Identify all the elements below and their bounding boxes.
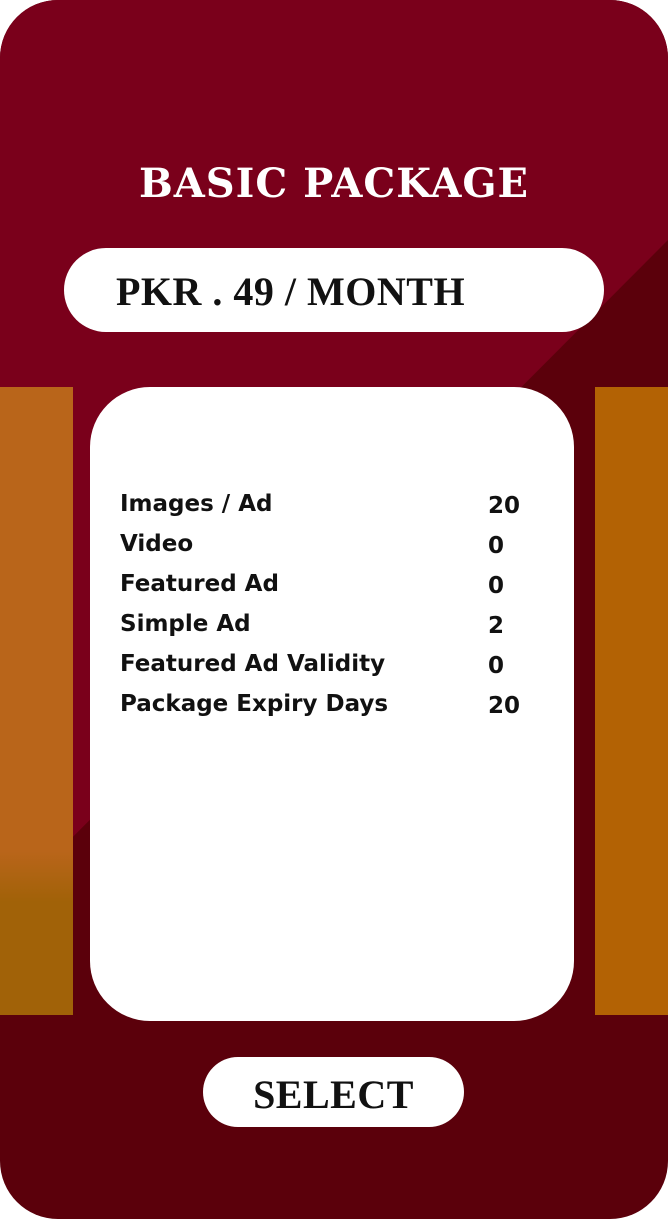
- right-accent-bar: [595, 387, 668, 1015]
- feature-value: 2: [488, 613, 505, 639]
- select-button-label: SELECT: [253, 1072, 414, 1117]
- feature-label: Featured Ad: [120, 571, 279, 597]
- feature-row: Package Expiry Days 20: [120, 691, 540, 721]
- feature-label: Video: [120, 531, 194, 557]
- feature-value: 0: [488, 653, 505, 679]
- price-text: PKR . 49 / MONTH: [116, 269, 466, 314]
- features-panel: Images / Ad 20 Video 0 Featured Ad 0 Sim…: [90, 387, 574, 1021]
- feature-value: 0: [488, 573, 505, 599]
- package-card: BASIC PACKAGE PKR . 49 / MONTH Images / …: [0, 0, 668, 1219]
- feature-label: Featured Ad Validity: [120, 651, 386, 677]
- feature-row: Images / Ad 20: [120, 491, 540, 521]
- feature-label: Package Expiry Days: [120, 691, 389, 717]
- select-button[interactable]: SELECT: [203, 1057, 464, 1127]
- left-accent-bar: [0, 387, 73, 1015]
- feature-row: Featured Ad Validity 0: [120, 651, 540, 681]
- price-pill: PKR . 49 / MONTH: [64, 248, 604, 332]
- feature-row: Featured Ad 0: [120, 571, 540, 601]
- feature-label: Images / Ad: [120, 491, 273, 517]
- feature-row: Simple Ad 2: [120, 611, 540, 641]
- feature-value: 20: [488, 693, 521, 719]
- feature-label: Simple Ad: [120, 611, 251, 637]
- package-title: BASIC PACKAGE: [138, 160, 530, 207]
- feature-row: Video 0: [120, 531, 540, 561]
- feature-value: 0: [488, 533, 505, 559]
- feature-value: 20: [488, 493, 521, 519]
